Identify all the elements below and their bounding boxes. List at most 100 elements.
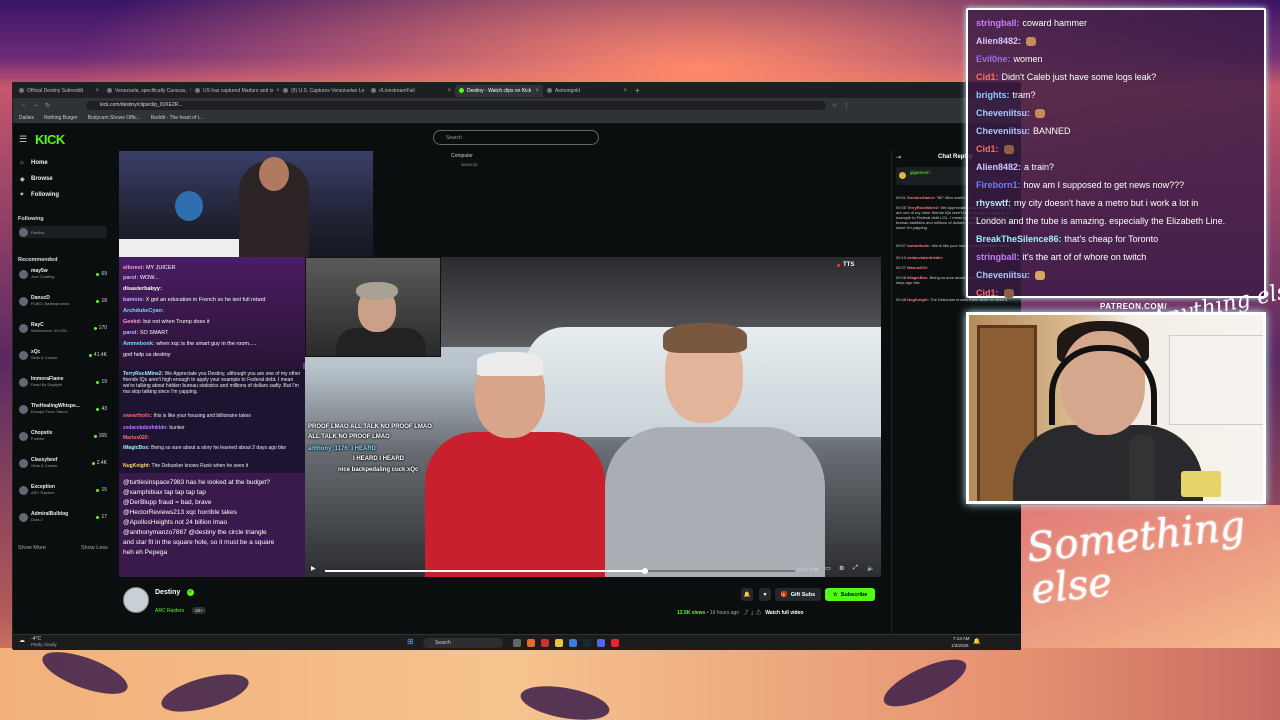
menu-icon[interactable]: ⋮ <box>843 102 849 109</box>
task-view-icon[interactable] <box>513 639 521 647</box>
nav-browse[interactable]: ◈ Browse <box>20 176 53 183</box>
video-progress-bar[interactable] <box>325 568 795 574</box>
recommended-channel[interactable]: TheHealingWhispe... Escape From Tarkov 43 <box>19 403 107 415</box>
video-overlay-text: I HEARD I HEARD <box>353 456 405 462</box>
captions-icon[interactable]: ▭ <box>825 565 831 572</box>
tab-3[interactable]: (9) U.S. Captures Venezuelan Le× <box>279 85 367 97</box>
recommended-channel[interactable]: may5w Just Chatting 69 <box>19 268 107 280</box>
streamer-name[interactable]: Destiny <box>155 589 180 596</box>
firefox-icon[interactable] <box>527 639 535 647</box>
browser-window: Official Destiny Subreddit × Venezuela, s… <box>12 82 1021 650</box>
recommended-channel[interactable]: Exception ARC Raiders 15 <box>19 484 107 496</box>
close-tab-icon[interactable]: × <box>535 88 539 94</box>
close-tab-icon[interactable]: × <box>623 88 627 94</box>
tab-1[interactable]: Venezuela, specifically Caracas,× <box>103 85 191 97</box>
collapse-chat-icon[interactable]: ⇥ <box>896 154 901 161</box>
discord-icon[interactable] <box>597 639 605 647</box>
chat-line: god help us destiny <box>123 352 171 358</box>
streamer-avatar[interactable] <box>123 587 149 613</box>
video-overlay-text: ALL TALK NO PROOF LMAO <box>308 434 390 440</box>
forward-icon[interactable]: → <box>33 102 39 108</box>
kick-logo[interactable]: KICK <box>35 132 65 147</box>
back-icon[interactable]: ← <box>21 102 27 108</box>
recommended-channel[interactable]: Chopstix Fortnite 165 <box>19 430 107 442</box>
chat-overlay-bottom: @turtlesinspace7983 has he looked at the… <box>119 473 305 577</box>
chat-line: @xamphibiax tap tap tap tap <box>123 489 206 496</box>
download-icon[interactable]: ⤓ <box>751 610 753 616</box>
notification-icon[interactable]: 🔔 <box>973 638 980 645</box>
overlay-chat-line: stringball: coward hammer <box>976 18 1087 29</box>
person-right <box>605 323 825 577</box>
progress-knob[interactable] <box>641 568 648 574</box>
background-bottom-band <box>0 643 1280 720</box>
show-more-link[interactable]: Show More <box>18 545 46 551</box>
recommended-channel[interactable]: DanucD PUBG: Battlegrounds 18 <box>19 295 107 307</box>
chat-user: Alien8482: <box>976 162 1022 172</box>
subscribe-button[interactable]: ☆ Subscribe <box>825 588 875 601</box>
person-left <box>415 352 605 577</box>
close-tab-icon[interactable]: × <box>95 88 99 94</box>
recommended-channel[interactable]: xQc Slots & Casino 41.4K <box>19 349 107 361</box>
nav-home[interactable]: ⌂ Home <box>20 160 48 166</box>
app-icon[interactable] <box>611 639 619 647</box>
bookmark[interactable]: Nothing Burger <box>44 115 78 121</box>
stream-chat-overlay: ellorest: MY JUICER parol: WOW... disast… <box>119 257 305 577</box>
following-item[interactable]: Destiny <box>19 226 107 238</box>
heart-icon: ♥ <box>20 192 24 198</box>
tab-4[interactable]: r/LivestreamFail × <box>367 85 455 97</box>
star-icon[interactable]: ☆ <box>832 102 837 109</box>
steam-icon[interactable] <box>583 639 591 647</box>
star-icon: ☆ <box>832 591 838 598</box>
heart-icon[interactable]: ♥ <box>759 588 771 601</box>
search-input[interactable]: Search <box>433 130 599 145</box>
channel-game: Dead By Daylight <box>31 382 62 387</box>
app-icon[interactable] <box>569 639 577 647</box>
viewer-count: 41.4K <box>88 352 107 358</box>
taskbar-search[interactable]: Search <box>423 638 503 648</box>
play-icon[interactable]: ▶ <box>311 565 316 572</box>
channel-game: Dota 2 <box>31 517 43 522</box>
chat-line: ArchdukeCyan: <box>123 308 164 314</box>
recommended-channel[interactable]: AdmiralBulldog Dota 2 17 <box>19 511 107 523</box>
reload-icon[interactable]: ↻ <box>45 102 50 109</box>
app-icon[interactable] <box>541 639 549 647</box>
watch-full-video-link[interactable]: Watch full video <box>765 610 803 616</box>
recommended-channel[interactable]: ImmoraFlame Dead By Daylight 19 <box>19 376 107 388</box>
tab-6[interactable]: Asmongold × <box>543 85 631 97</box>
avatar <box>19 227 28 237</box>
close-tab-icon[interactable]: × <box>447 88 451 94</box>
live-dot-icon <box>96 272 100 276</box>
new-tab-icon[interactable]: + <box>635 86 640 95</box>
show-less-link[interactable]: Show Less <box>81 545 108 551</box>
msg-time: 00:27 <box>896 265 907 270</box>
tab-5[interactable]: Destiny - Watch clips on Kick × <box>455 84 543 97</box>
sysinfo-label: Computer <box>451 153 473 159</box>
bookmark[interactable]: Bodycam Shows Offic... <box>88 115 141 121</box>
windows-start-icon[interactable]: ⊞ <box>407 637 414 646</box>
fullscreen-icon[interactable]: ⤢ <box>853 565 858 572</box>
bookmark[interactable]: Dailies <box>19 115 34 121</box>
nav-label: Following <box>31 192 59 198</box>
game-link[interactable]: ARC Raiders <box>155 608 184 614</box>
bell-icon[interactable]: 🔔 <box>741 588 753 601</box>
settings-icon[interactable]: ⚙ <box>839 565 844 572</box>
recommended-channel[interactable]: Classybeef Slots & Casino 2.4K <box>19 457 107 469</box>
volume-icon[interactable]: 🔈 <box>867 565 874 572</box>
url-bar[interactable]: kick.com/destiny/clips/clip_01KE2R... <box>86 100 827 110</box>
chat-line: NugKnight: The Debunker knows Runk when … <box>123 463 249 469</box>
chat-text: Didn't Caleb just have some logs leak? <box>1001 72 1157 82</box>
gift-subs-button[interactable]: 🎁 Gift Subs <box>775 588 821 601</box>
report-icon[interactable]: ⚠ <box>756 610 761 616</box>
recommended-channel[interactable]: RayC Warhammer 40,000:... 170 <box>19 322 107 334</box>
nav-following[interactable]: ♥ Following <box>20 192 59 198</box>
tab-2[interactable]: US has captured Maduro and is × <box>191 85 279 97</box>
live-dot-icon <box>88 353 92 357</box>
tab-0[interactable]: Official Destiny Subreddit × <box>15 85 103 97</box>
avatar <box>19 431 28 441</box>
tab-label: Venezuela, specifically Caracas, <box>115 87 187 94</box>
hamburger-icon[interactable]: ☰ <box>19 134 27 145</box>
emote-icon <box>1003 145 1014 155</box>
bookmark[interactable]: Reddit - The heart of t... <box>151 115 204 121</box>
file-explorer-icon[interactable] <box>555 639 563 647</box>
share-icon[interactable]: ⤴ <box>743 610 748 616</box>
